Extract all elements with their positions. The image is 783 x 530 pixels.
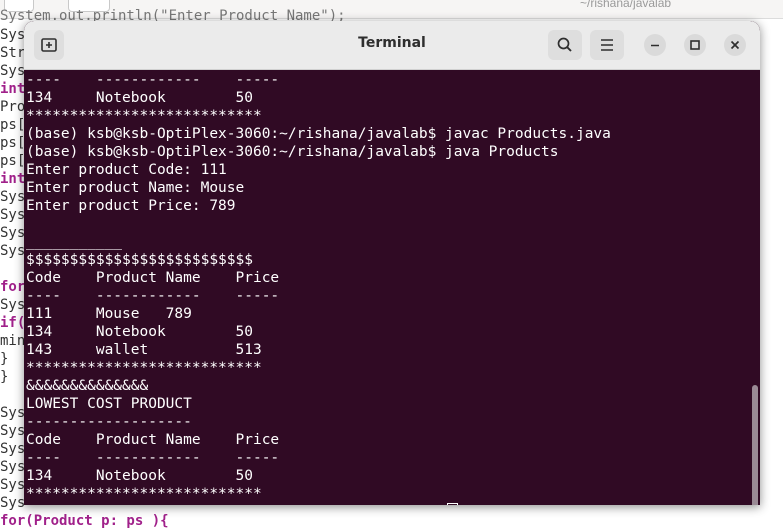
terminal-line: 134 Notebook 50 bbox=[26, 468, 253, 484]
terminal-output-area[interactable]: ---- ------------ ----- 134 Notebook 50 **… bbox=[24, 69, 760, 505]
background-path-label: ~/rishana/javalab bbox=[580, 0, 672, 10]
terminal-line: LOWEST COST PRODUCT bbox=[26, 396, 192, 412]
terminal-line: ___________ bbox=[26, 234, 123, 250]
background-code-text: for(Product p: ps ){ bbox=[0, 513, 169, 529]
background-code-line: Sys bbox=[0, 243, 26, 259]
minimize-icon bbox=[651, 44, 659, 47]
background-code-line: Sys bbox=[0, 495, 26, 511]
scrollbar[interactable] bbox=[752, 385, 758, 505]
background-code-line: Pro bbox=[0, 99, 26, 115]
background-code-line: int bbox=[0, 171, 26, 187]
terminal-line: 143 wallet 513 bbox=[26, 342, 262, 358]
close-button[interactable] bbox=[724, 34, 746, 56]
background-code-line: Sys bbox=[0, 225, 26, 241]
background-code-line: ps[ bbox=[0, 135, 26, 151]
terminal-line: Enter product Price: 789 bbox=[26, 198, 236, 214]
terminal-line: ------------------- bbox=[26, 414, 192, 430]
background-code-line: Sys bbox=[0, 63, 26, 79]
background-code-line: Sys bbox=[0, 459, 26, 475]
background-code-line: Sys bbox=[0, 297, 26, 313]
background-code-line: Str bbox=[0, 45, 26, 61]
terminal-line: Enter product Name: Mouse bbox=[26, 180, 245, 196]
background-code-line: Sys bbox=[0, 441, 26, 457]
terminal-cursor bbox=[447, 503, 459, 505]
close-icon bbox=[730, 40, 740, 50]
background-code-line: for bbox=[0, 279, 26, 295]
background-code-line: Sys bbox=[0, 27, 26, 43]
terminal-line: 134 Notebook 50 bbox=[26, 90, 253, 106]
terminal-line: Enter product Code: 111 bbox=[26, 162, 227, 178]
terminal-line: (base) ksb@ksb-OptiPlex-3060:~/rishana/j… bbox=[26, 126, 611, 142]
terminal-line: *************************** bbox=[26, 108, 262, 124]
background-code-line: ps[ bbox=[0, 153, 26, 169]
terminal-line: ---- ------------ ----- bbox=[26, 72, 280, 88]
search-icon bbox=[557, 37, 572, 52]
hamburger-menu-icon bbox=[601, 39, 613, 51]
background-code-line: if( bbox=[0, 315, 26, 331]
background-code-line: } bbox=[0, 369, 9, 385]
terminal-prompt-line: (base) ksb@ksb-OptiPlex-3060:~/rishana/j… bbox=[26, 503, 611, 505]
background-code-line: Sys bbox=[0, 423, 26, 439]
terminal-line: Code Product Name Price bbox=[26, 432, 280, 448]
terminal-line: *************************** bbox=[26, 360, 262, 376]
terminal-line: &&&&&&&&&&&&&& bbox=[26, 378, 149, 394]
maximize-icon bbox=[690, 40, 700, 50]
terminal-line: ---- ------------ ----- bbox=[26, 450, 280, 466]
terminal-headerbar[interactable]: Terminal bbox=[24, 21, 760, 70]
maximize-button[interactable] bbox=[684, 34, 706, 56]
terminal-line: (base) ksb@ksb-OptiPlex-3060:~/rishana/j… bbox=[26, 144, 559, 160]
terminal-output: ---- ------------ ----- 134 Notebook 50 **… bbox=[26, 71, 611, 505]
terminal-window[interactable]: Terminal ---- ------------ ----- 134 Not… bbox=[24, 21, 760, 505]
terminal-line: ---- ------------ ----- bbox=[26, 288, 280, 304]
terminal-line: 134 Notebook 50 bbox=[26, 324, 253, 340]
background-code-line: } bbox=[0, 351, 9, 367]
menu-button[interactable] bbox=[590, 30, 624, 60]
background-code-line: for(Product p: ps ){ bbox=[0, 512, 169, 530]
background-code-line: Sys bbox=[0, 405, 26, 421]
background-code-line: min bbox=[0, 333, 26, 349]
terminal-line: $$$$$$$$$$$$$$$$$$$$$$$$$$ bbox=[26, 252, 253, 268]
terminal-line: *************************** bbox=[26, 486, 262, 502]
background-code-line: int bbox=[0, 81, 26, 97]
terminal-line: Code Product Name Price bbox=[26, 270, 280, 286]
search-button[interactable] bbox=[548, 30, 582, 60]
background-code-line: ps[ bbox=[0, 117, 26, 133]
background-code-line: Sys bbox=[0, 477, 26, 493]
minimize-button[interactable] bbox=[644, 34, 666, 56]
terminal-line: 111 Mouse 789 bbox=[26, 306, 192, 322]
background-code-line: Sys bbox=[0, 207, 26, 223]
background-code-line: Sys bbox=[0, 189, 26, 205]
